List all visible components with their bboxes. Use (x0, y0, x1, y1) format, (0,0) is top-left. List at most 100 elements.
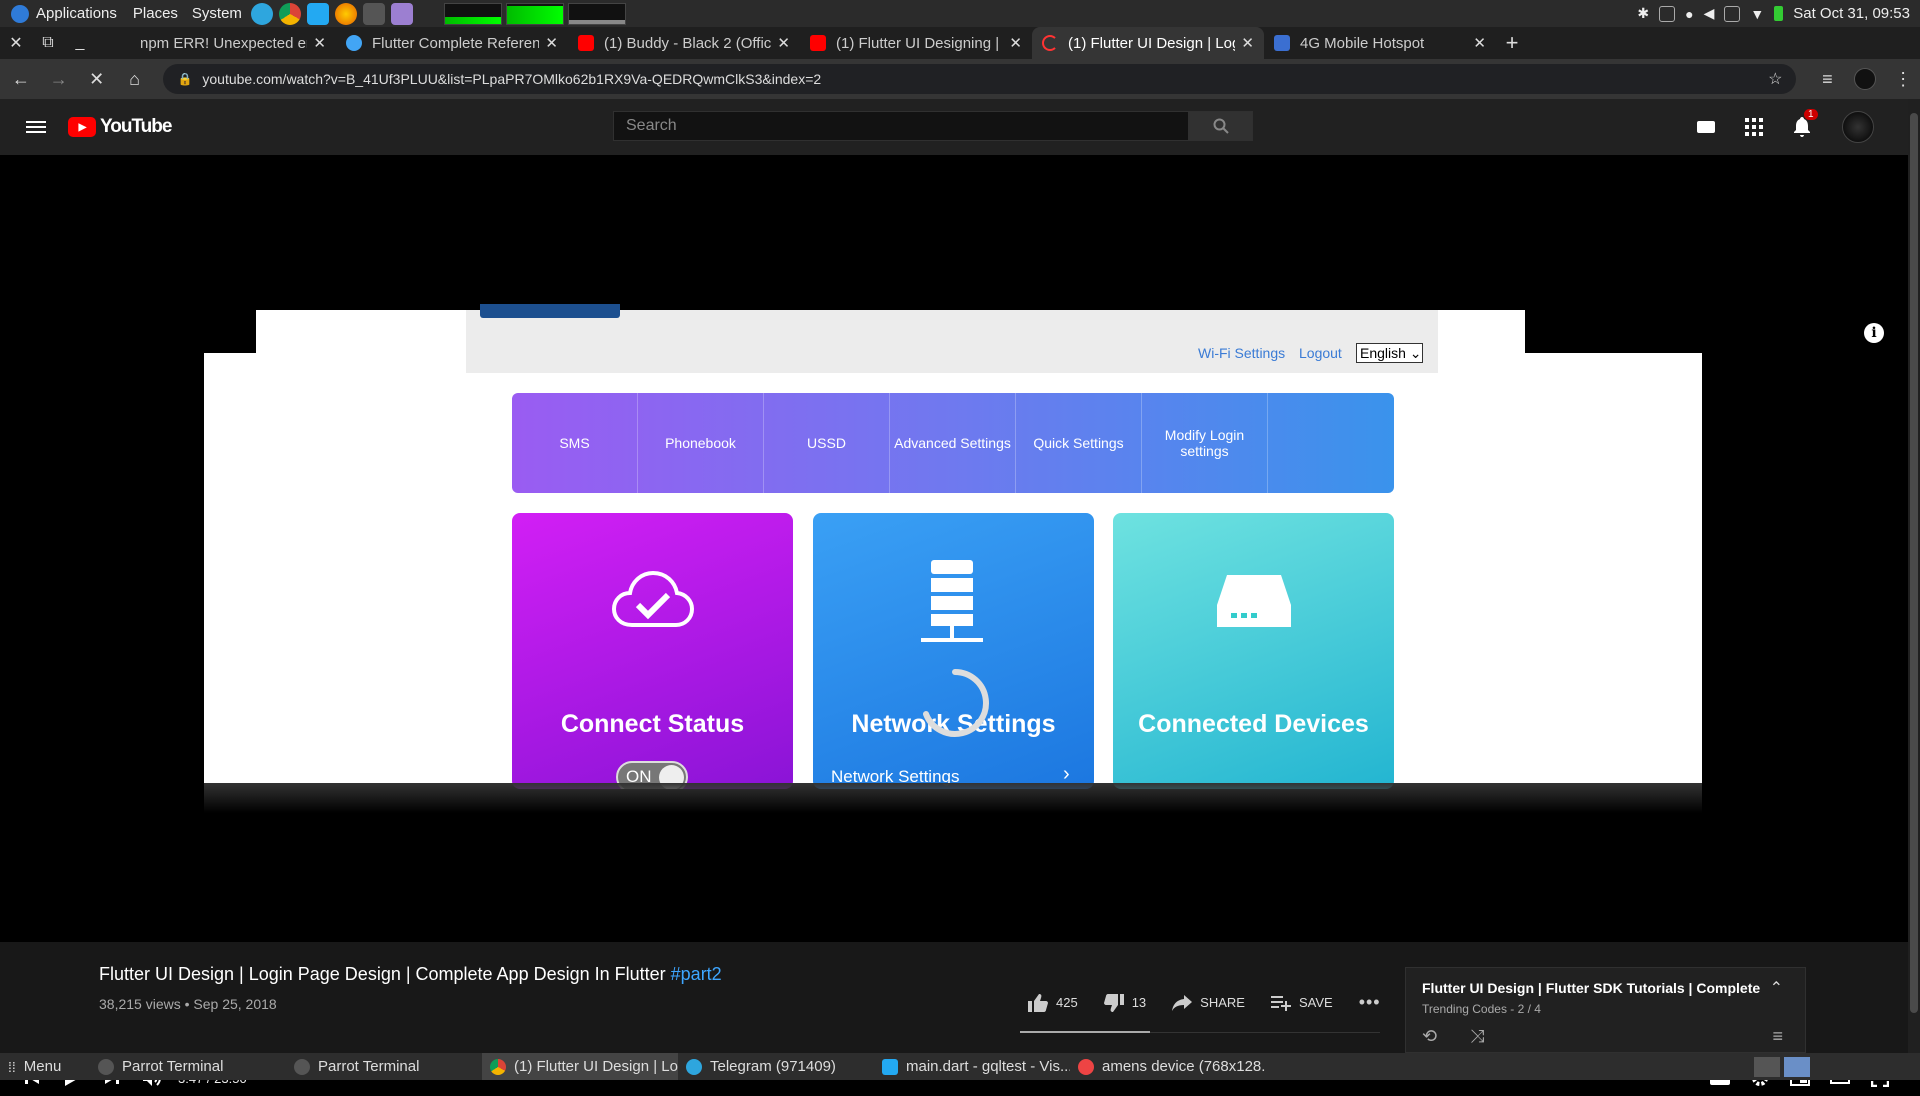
browser-menu-icon[interactable]: ⋮ (1886, 62, 1920, 96)
parrot-logo-icon (11, 4, 29, 23)
vscode-launcher-icon[interactable] (306, 2, 329, 25)
stop-loading-icon[interactable]: ✕ (80, 62, 114, 96)
wifi-icon[interactable]: ▼ (1750, 6, 1764, 22)
taskbar-item[interactable]: main.dart - gqltest - Vis... (874, 1053, 1070, 1080)
taskbar-item[interactable]: Parrot Terminal (286, 1053, 482, 1080)
terminal-icon (294, 1058, 310, 1075)
tab-close-icon[interactable]: ✕ (1009, 34, 1022, 52)
youtube-icon (810, 35, 826, 51)
youtube-logo[interactable]: ▶ YouTube (68, 116, 172, 138)
applications-menu-label: Applications (36, 5, 117, 22)
notifications-bell-icon[interactable]: 1 (1788, 109, 1818, 141)
browser-tab[interactable]: (1) Flutter UI Designing | C ✕ (800, 27, 1032, 59)
taskbar-item-label: Parrot Terminal (122, 1058, 224, 1075)
microphone-icon[interactable]: ● (1685, 6, 1693, 22)
taskbar-item[interactable]: amens device (768x128... (1070, 1053, 1266, 1080)
applications-menu[interactable]: Applications (8, 4, 117, 23)
video-hashtag[interactable]: #part2 (671, 964, 722, 984)
dislike-button[interactable]: 13 (1103, 993, 1146, 1012)
collapse-chevron-up-icon[interactable]: ⌃ (1770, 978, 1783, 998)
browser-tab[interactable]: Flutter Complete Referen ✕ (336, 27, 568, 59)
shuffle-icon[interactable]: ⤨ (1470, 1026, 1484, 1047)
package-update-icon[interactable] (1724, 5, 1741, 22)
loop-playlist-icon[interactable]: ⟲ (1422, 1026, 1437, 1047)
taskbar-item[interactable]: Telegram (971409) (678, 1053, 874, 1080)
taskbar-item-active[interactable]: (1) Flutter UI Design | Lo... (482, 1053, 678, 1080)
search-icon (1213, 118, 1229, 134)
home-icon[interactable]: ⌂ (118, 62, 152, 96)
profile-avatar[interactable] (1848, 62, 1882, 96)
playlist-title[interactable]: Flutter UI Design | Flutter SDK Tutorial… (1422, 980, 1762, 996)
tab-close-icon[interactable]: ✕ (313, 34, 326, 52)
network-settings-card: Network Settings Network Settings › (813, 513, 1094, 789)
apps-grid-icon[interactable] (1740, 113, 1768, 141)
keyboard-icon[interactable] (1659, 5, 1676, 22)
playlist-panel: Flutter UI Design | Flutter SDK Tutorial… (1405, 967, 1806, 1053)
bluetooth-icon[interactable]: ✱ (1637, 5, 1649, 22)
info-icon[interactable]: i (1864, 323, 1884, 343)
taskbar-item[interactable]: Parrot Terminal (90, 1053, 286, 1080)
address-bar[interactable]: 🔒 youtube.com/watch?v=B_41Uf3PLUU&list=P… (163, 64, 1797, 94)
volume-icon[interactable]: ◀ (1704, 5, 1715, 22)
clock[interactable]: Sat Oct 31, 09:53 (1793, 5, 1910, 22)
workspace-switcher[interactable] (1754, 1056, 1920, 1077)
create-video-icon[interactable] (1692, 113, 1720, 141)
forward-arrow-icon[interactable]: → (42, 62, 76, 96)
save-button[interactable]: SAVE (1270, 995, 1333, 1011)
new-tab-plus-icon[interactable]: + (1496, 27, 1528, 59)
tab-close-icon[interactable]: ✕ (1473, 34, 1486, 52)
window-close-icon[interactable]: ✕ (0, 27, 32, 59)
tab-title: npm ERR! Unexpected end (140, 34, 308, 52)
telegram-launcher-icon[interactable] (250, 2, 273, 25)
loading-spinner-icon (923, 669, 989, 737)
system-top-panel: Applications Places System ✱ ● ◀ ▼ Sat O… (0, 0, 1920, 27)
firefox-launcher-icon[interactable] (334, 2, 357, 25)
share-button[interactable]: SHARE (1172, 994, 1245, 1011)
system-menu[interactable]: System (192, 5, 242, 22)
hamburger-menu-icon[interactable] (26, 118, 46, 136)
video-title-text: Flutter UI Design | Login Page Design | … (99, 964, 666, 984)
search-button[interactable] (1189, 111, 1253, 141)
taskbar-item-label: Telegram (971409) (710, 1058, 836, 1075)
taskbar-item-label: (1) Flutter UI Design | Lo... (514, 1058, 678, 1075)
playlist-channel[interactable]: Trending Codes (1422, 1002, 1507, 1016)
search-input[interactable]: Search (613, 111, 1189, 141)
playlist-menu-icon[interactable]: ≡ (1772, 1026, 1783, 1047)
browser-tab-active[interactable]: (1) Flutter UI Design | Logi ✕ (1032, 27, 1264, 59)
browser-tab-strip: ✕ ⧉ _ npm ERR! Unexpected end ✕ Flutter C… (0, 27, 1920, 59)
window-minimize-icon[interactable]: _ (64, 27, 96, 59)
url-text: youtube.com/watch?v=B_41Uf3PLUU&list=PLp… (202, 71, 822, 87)
menu-item-phonebook: Phonebook (638, 393, 764, 493)
video-player[interactable]: Wi-Fi Settings Logout English ⌄ SMS Phon… (0, 155, 1908, 1087)
back-arrow-icon[interactable]: ← (4, 62, 38, 96)
video-actions: 425 13 SHARE SAVE ••• (1028, 992, 1381, 1013)
tab-title: Flutter Complete Referen (372, 34, 540, 52)
tab-close-icon[interactable]: ✕ (777, 34, 790, 52)
upload-date: Sep 25, 2018 (193, 996, 277, 1012)
bookmark-star-icon[interactable]: ☆ (1768, 69, 1782, 89)
terminal-icon (98, 1058, 114, 1075)
browser-tab[interactable]: (1) Buddy - Black 2 (Officia ✕ (568, 27, 800, 59)
page-scrollbar[interactable] (1908, 99, 1920, 1053)
more-actions-icon[interactable]: ••• (1359, 992, 1381, 1013)
lock-icon: 🔒 (177, 72, 193, 86)
like-button[interactable]: 425 (1028, 993, 1078, 1012)
start-menu-button[interactable]: ⁞⁞ Menu (0, 1053, 90, 1080)
places-menu[interactable]: Places (133, 5, 178, 22)
card-title: Connected Devices (1138, 710, 1369, 738)
account-avatar[interactable] (1842, 111, 1874, 143)
connected-devices-card: Connected Devices (1113, 513, 1394, 789)
browser-toolbar: ← → ✕ ⌂ 🔒 youtube.com/watch?v=B_41Uf3PLU… (0, 59, 1920, 99)
chrome-launcher-icon[interactable] (278, 2, 301, 25)
tab-close-icon[interactable]: ✕ (545, 34, 558, 52)
text-editor-launcher-icon[interactable] (390, 2, 413, 25)
battery-icon[interactable] (1774, 6, 1784, 21)
scrcpy-icon (1078, 1058, 1094, 1075)
browser-tab[interactable]: 4G Mobile Hotspot ✕ (1264, 27, 1496, 59)
window-restore-icon[interactable]: ⧉ (32, 27, 64, 59)
media-control-icon[interactable]: ≡ (1810, 62, 1844, 96)
browser-tab[interactable]: npm ERR! Unexpected end ✕ (96, 27, 336, 59)
terminal-launcher-icon[interactable] (362, 2, 385, 25)
tab-close-icon[interactable]: ✕ (1241, 34, 1254, 52)
tab-title: (1) Buddy - Black 2 (Officia (604, 34, 772, 52)
